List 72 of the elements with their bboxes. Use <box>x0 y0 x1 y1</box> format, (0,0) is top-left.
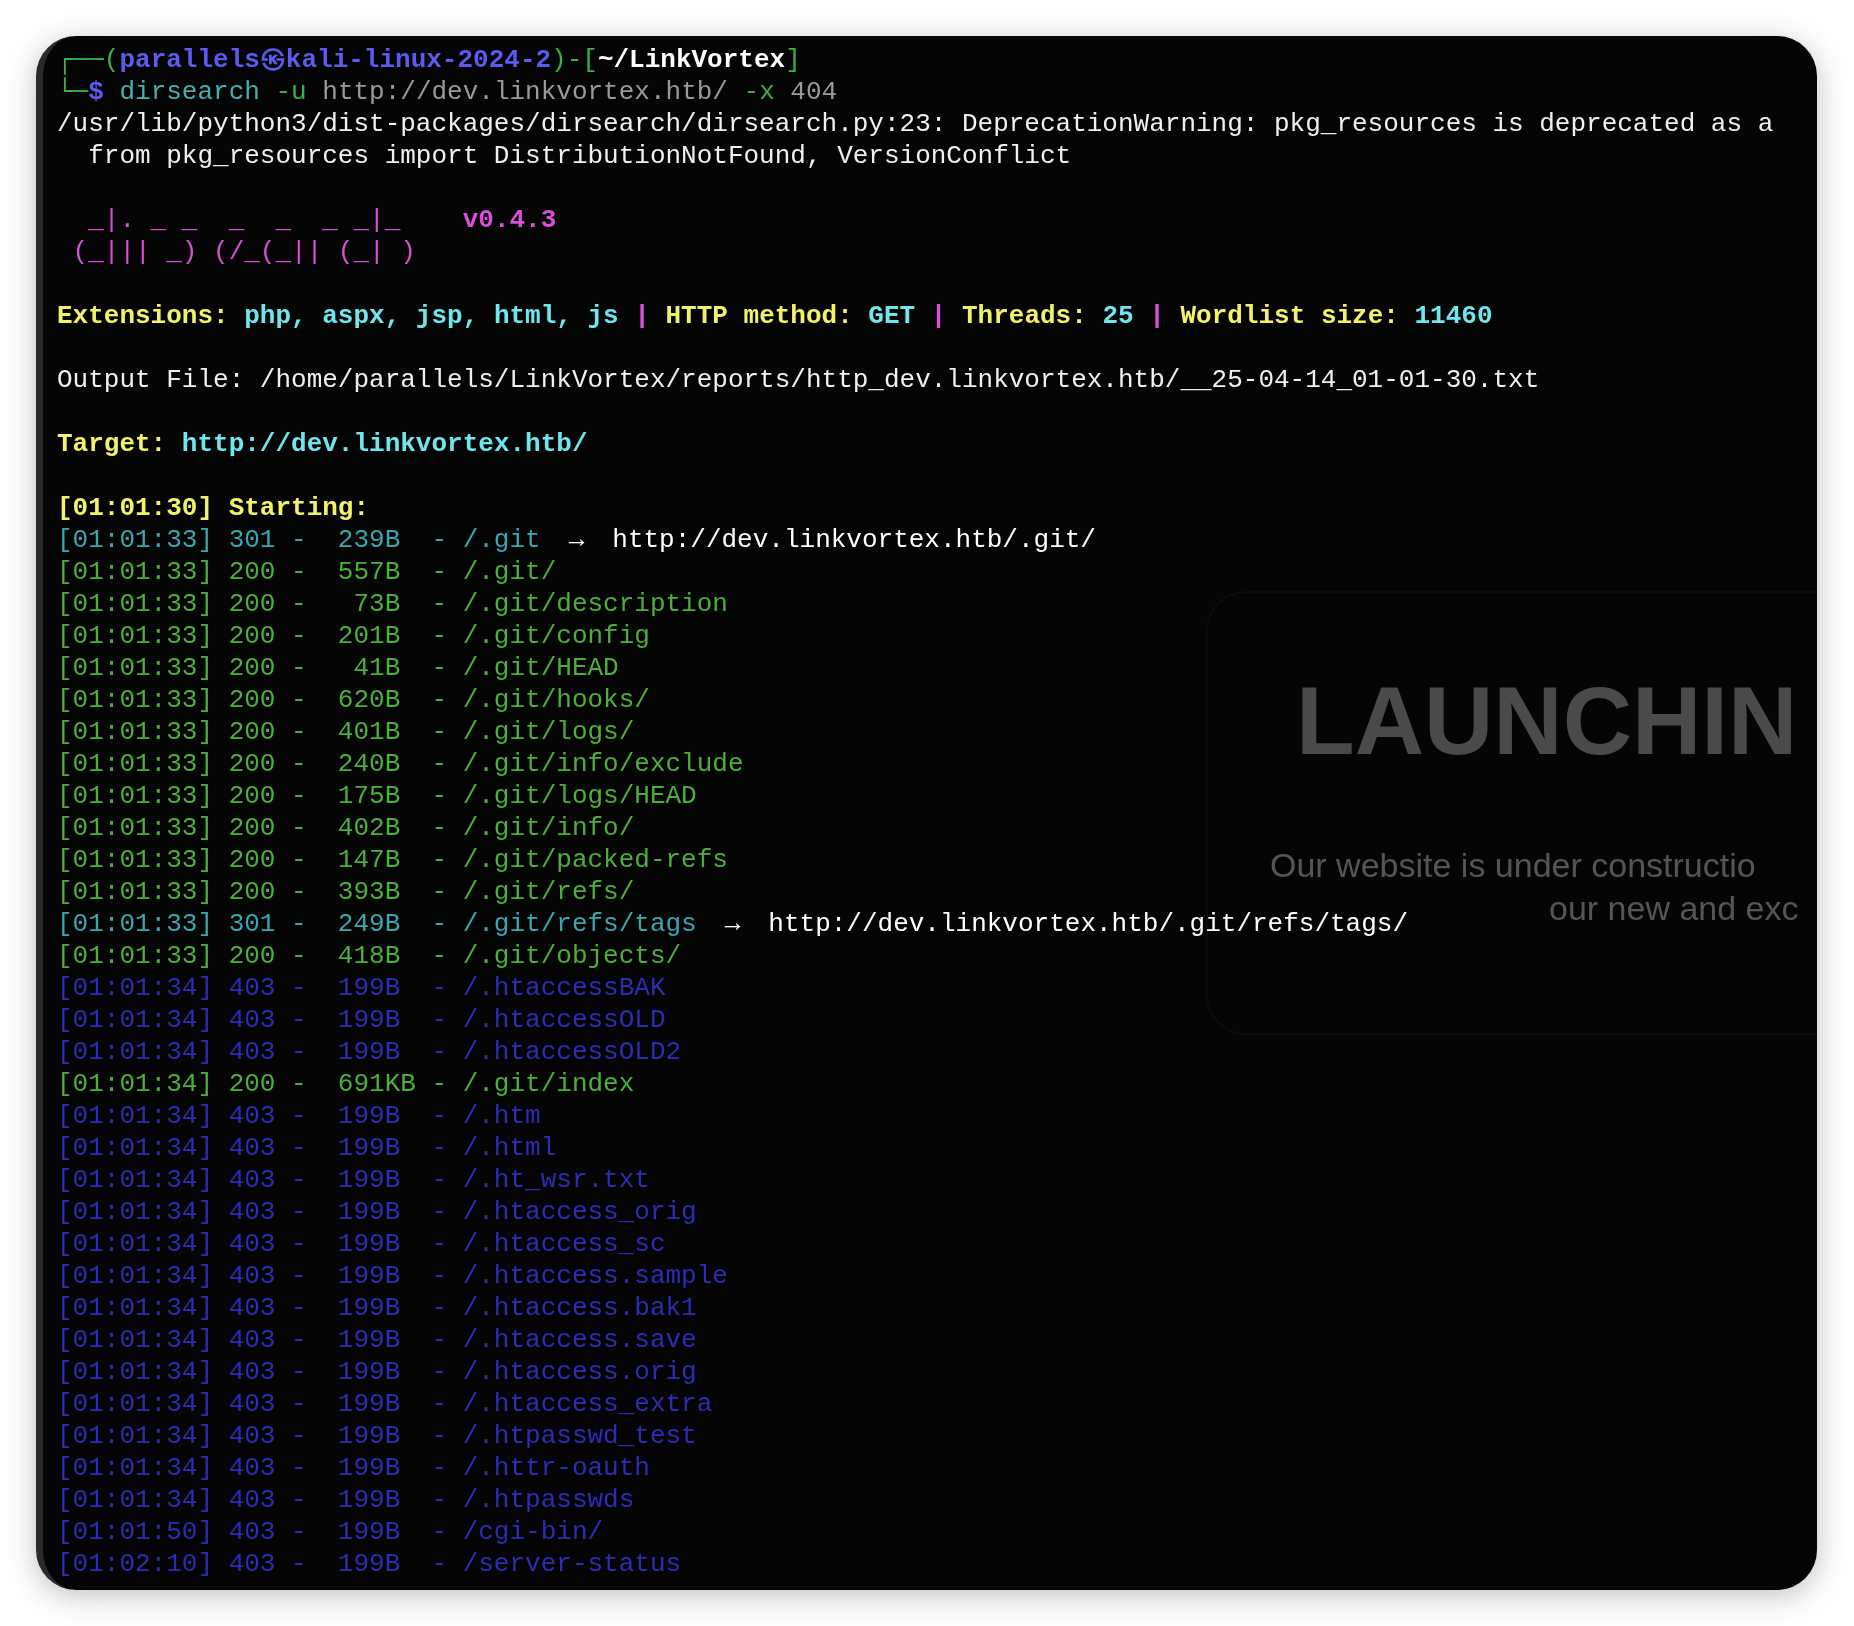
value-text: 11460 <box>1414 301 1493 331</box>
log-line: [01:01:34] 403 - 199B - /.htm <box>57 1101 541 1131</box>
log-line: [01:01:33] 301 - 249B - /.git/refs/tags <box>57 909 697 939</box>
value-text: 25 <box>1102 301 1134 331</box>
value-text: GET <box>868 301 916 331</box>
prompt-frame: ] <box>785 45 801 75</box>
url-text: http://dev.linkvortex.htb/.git/refs/tags/ <box>768 909 1409 939</box>
log-line: [01:01:34] 403 - 199B - /.httr-oauth <box>57 1453 650 1483</box>
log-line: [01:01:34] 403 - 199B - /.htpasswd_test <box>57 1421 697 1451</box>
url-text: http://dev.linkvortex.htb/.git/ <box>612 525 1096 555</box>
log-line: [01:01:50] 403 - 199B - /cgi-bin/ <box>57 1517 604 1547</box>
log-line: [01:01:34] 403 - 199B - /.htaccess.save <box>57 1325 697 1355</box>
log-line: [01:01:34] 403 - 199B - /.htaccess_extra <box>57 1389 713 1419</box>
option-text: -x <box>742 77 775 107</box>
label-text: HTTP method: <box>665 301 854 331</box>
command-text: dirsearch <box>118 77 260 107</box>
log-line: [01:01:34] 403 - 199B - /.htaccess.bak1 <box>57 1293 697 1323</box>
log-line: [01:02:10] 403 - 199B - /server-status <box>57 1549 682 1579</box>
log-line: [01:01:33] 200 - 393B - /.git/refs/ <box>57 877 635 907</box>
arrow-symbol: → <box>724 909 741 939</box>
output-text: from pkg_resources import DistributionNotFound, VersionConflict <box>87 141 1072 171</box>
log-line: [01:01:34] 403 - 199B - /.htaccess_sc <box>57 1229 666 1259</box>
output-text: Output File: /home/parallels/LinkVortex/reports/http_dev.linkvortex.htb/__25-04-14_01-01-30.txt <box>57 365 1540 395</box>
label-text: Target: <box>57 429 168 459</box>
log-line: [01:01:34] 403 - 199B - /.htaccessBAK <box>57 973 666 1003</box>
log-line: [01:01:34] 403 - 199B - /.htaccess.sample <box>57 1261 728 1291</box>
log-line: [01:01:33] 200 - 201B - /.git/config <box>57 621 650 651</box>
prompt-frame: └─ <box>57 77 89 107</box>
label-text: Threads: <box>962 301 1088 331</box>
label-text: Wordlist size: <box>1180 301 1400 331</box>
log-line: [01:01:33] 200 - 418B - /.git/objects/ <box>57 941 682 971</box>
prompt-symbol: $ <box>88 77 104 107</box>
log-line: [01:01:33] 200 - 175B - /.git/logs/HEAD <box>57 781 697 811</box>
value-text: php, aspx, jsp, html, js <box>244 301 619 331</box>
log-line: [01:01:33] 200 - 240B - /.git/info/exclude <box>57 749 744 779</box>
separator-text: | <box>1148 301 1166 331</box>
log-line: [01:01:33] 200 - 401B - /.git/logs/ <box>57 717 635 747</box>
value-text: http://dev.linkvortex.htb/ <box>181 429 588 459</box>
prompt-frame: )-[ <box>551 45 598 75</box>
log-line: [01:01:33] 200 - 147B - /.git/packed-refs <box>57 845 728 875</box>
background-title: LAUNCHIN <box>1296 673 1798 769</box>
user-host-text: parallels㉿kali-linux-2024-2 <box>119 45 552 75</box>
log-line: [01:01:34] 403 - 199B - /.html <box>57 1133 557 1163</box>
log-line: [01:01:34] 200 - 691KB - /.git/index <box>57 1069 635 1099</box>
banner-art-text: (_||| _) (/_(_|| (_| ) <box>71 237 416 267</box>
log-line: [01:01:34] 403 - 199B - /.ht_wsr.txt <box>57 1165 650 1195</box>
option-text: -u <box>274 77 307 107</box>
log-line: [01:01:34] 403 - 199B - /.htaccessOLD <box>57 1005 666 1035</box>
version-text: v0.4.3 <box>461 205 557 235</box>
prompt-frame: ┌──( <box>57 45 120 75</box>
log-line: [01:01:33] 200 - 620B - /.git/hooks/ <box>57 685 650 715</box>
banner-art-text: _|. _ _ _ _ _ _|_ <box>87 205 401 235</box>
label-text: Extensions: <box>57 301 230 331</box>
background-text: Our website is under constructio <box>1270 848 1756 882</box>
output-text: /usr/lib/python3/dist-packages/dirsearch/dirsearch.py:23: DeprecationWarning: pkg_resources is deprecated as a <box>57 109 1774 139</box>
separator-text: | <box>929 301 948 331</box>
log-line: [01:01:33] 200 - 73B - /.git/description <box>57 589 728 619</box>
log-line: [01:01:34] 403 - 199B - /.htaccessOLD2 <box>57 1037 682 1067</box>
argument-text: http://dev.linkvortex.htb/ <box>321 77 728 107</box>
log-line: [01:01:34] 403 - 199B - /.htpasswds <box>57 1485 635 1515</box>
log-line: [01:01:33] 200 - 557B - /.git/ <box>57 557 557 587</box>
label-text: [01:01:30] Starting: <box>57 493 370 523</box>
log-line: [01:01:34] 403 - 199B - /.htaccess_orig <box>57 1197 697 1227</box>
argument-text: 404 <box>789 77 838 107</box>
log-line: [01:01:33] 200 - 402B - /.git/info/ <box>57 813 635 843</box>
background-text: our new and exc <box>1549 891 1799 925</box>
separator-text: | <box>633 301 651 331</box>
arrow-symbol: → <box>568 525 585 555</box>
log-line: [01:01:34] 403 - 199B - /.htaccess.orig <box>57 1357 697 1387</box>
log-line: [01:01:33] 200 - 41B - /.git/HEAD <box>57 653 619 683</box>
log-line: [01:01:33] 301 - 239B - /.git <box>57 525 541 555</box>
directory-text: ~/LinkVortex <box>597 45 786 75</box>
